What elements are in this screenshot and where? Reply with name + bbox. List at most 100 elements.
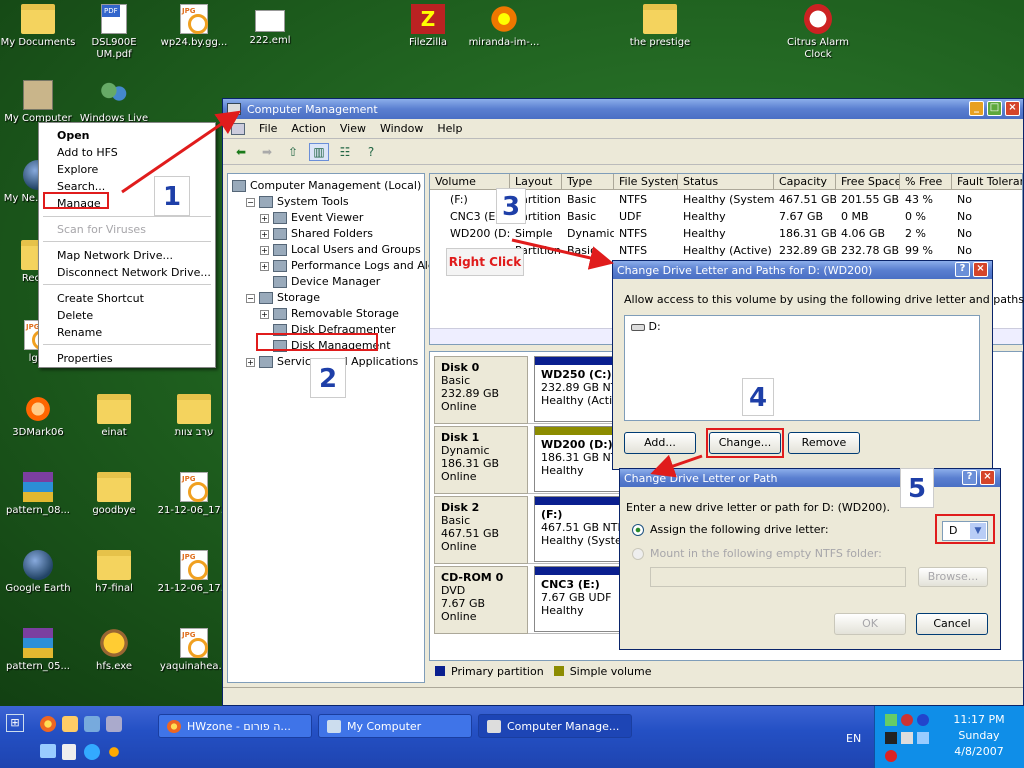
menu-window[interactable]: Window [380,122,423,135]
expand-toggle[interactable]: − [246,197,255,207]
menu-view[interactable]: View [340,122,366,135]
column-header[interactable]: Free Space [836,174,900,190]
show-tree-icon[interactable]: ▥ [309,142,329,161]
close-button[interactable]: × [980,470,995,485]
desktop-icon[interactable]: yaquinahea... [156,628,232,673]
context-menu-item[interactable]: Create Shortcut [57,290,144,307]
desktop-icon[interactable]: 222.eml [232,4,308,47]
context-menu-item[interactable]: Map Network Drive... [57,247,173,264]
butterfly-icon[interactable] [106,744,122,760]
desktop-icon[interactable]: 21-12-06_17... [156,550,232,595]
tray-icon-shield[interactable] [901,714,913,726]
desktop-icon[interactable]: ערב צוות [156,394,232,439]
back-icon[interactable]: ⬅ [231,143,251,161]
assign-radio[interactable] [632,523,644,536]
help-button[interactable]: ? [962,470,977,485]
chat-icon[interactable] [106,716,122,732]
column-header[interactable]: % Free [900,174,952,190]
context-menu-item[interactable]: Explore [57,161,98,178]
expand-toggle[interactable]: + [246,357,255,367]
expand-toggle[interactable]: + [260,309,269,319]
desktop-icon[interactable]: Google Earth [0,550,76,595]
context-menu-item[interactable]: Add to HFS [57,144,118,161]
drive-path-list[interactable]: D: [624,315,980,421]
add-button[interactable]: Add... [624,432,696,454]
desktop-icon[interactable]: goodbye [76,472,152,517]
disk-header[interactable]: Disk 0 Basic 232.89 GB Online [434,356,528,424]
desktop-icon[interactable]: 3DMark06 [0,394,76,439]
expand-toggle[interactable]: + [260,213,269,223]
disk-header[interactable]: Disk 2 Basic 467.51 GB Online [434,496,528,564]
up-folder-icon[interactable]: ⇧ [283,143,303,161]
desktop-icon[interactable]: pattern_05... [0,628,76,673]
mail-icon[interactable] [62,716,78,732]
partition-block[interactable]: WD250 (C:) 232.89 GB NTFS Healthy (Active) [534,356,624,422]
tree-item[interactable]: + Local Users and Groups [260,242,421,258]
desktop-icon[interactable]: miranda-im-... [466,4,542,49]
clock[interactable]: 11:17 PM Sunday 4/8/2007 [937,712,1021,760]
tray-icon-network[interactable] [885,714,897,726]
desktop-icon[interactable]: einat [76,394,152,439]
partition-block[interactable]: WD200 (D:) 186.31 GB NTFS Healthy [534,426,624,492]
menu-help[interactable]: Help [437,122,462,135]
menu-file[interactable]: File [259,122,277,135]
expand-toggle[interactable]: + [260,229,269,239]
tree-item[interactable]: − Storage [246,290,320,306]
tree-item[interactable]: + Shared Folders [260,226,373,242]
app-icon[interactable] [84,716,100,732]
task-hwzone[interactable]: HWzone - ה פורום... [158,714,312,738]
context-menu-item[interactable]: Disconnect Network Drive... [57,264,211,281]
notes-icon[interactable] [62,744,76,760]
close-button[interactable]: × [1005,101,1020,116]
desktop-icon[interactable]: My Computer [0,80,76,125]
tray-icon-bluetooth[interactable] [917,714,929,726]
desktop-icon[interactable]: My Documents [0,4,76,49]
dialog-titlebar[interactable]: Change Drive Letter and Paths for D: (WD… [613,261,992,279]
column-header[interactable]: Status [678,174,774,190]
desktop-icon[interactable]: h7-final [76,550,152,595]
dialog-titlebar[interactable]: Change Drive Letter or Path ? × [620,469,1000,487]
start-icon[interactable]: ⊞ [6,714,24,732]
disk-header[interactable]: Disk 1 Dynamic 186.31 GB Online [434,426,528,494]
tree-item[interactable]: + Performance Logs and Alerts [260,258,449,274]
partition-block[interactable]: CNC3 (E:) 7.67 GB UDF Healthy [534,566,624,632]
context-menu-item[interactable]: Properties [57,350,113,367]
firefox-icon[interactable] [40,716,56,732]
app-menu-icon[interactable] [231,122,245,135]
volume-name[interactable]: WD200 (D:) [430,225,510,242]
cancel-button[interactable]: Cancel [916,613,988,635]
column-header[interactable]: Fault Toleran [952,174,1022,190]
help-button[interactable]: ? [955,262,970,277]
desktop-icon[interactable]: wp24.by.gg... [156,4,232,49]
language-indicator[interactable]: EN [846,732,861,745]
tree-item[interactable]: Device Manager [260,274,380,290]
context-menu-item[interactable]: Open [57,127,90,144]
desktop-icon[interactable]: DSL900E UM.pdf [76,4,152,61]
desktop-icon[interactable]: hfs.exe [76,628,152,673]
remove-button[interactable]: Remove [788,432,860,454]
desktop-icon[interactable]: Citrus Alarm Clock [780,4,856,61]
desktop-icon[interactable]: 21-12-06_17... [156,472,232,517]
tree-item[interactable]: + Removable Storage [260,306,399,322]
drive-path-entry[interactable]: D: [649,320,661,333]
tree-item[interactable]: − System Tools [246,194,349,210]
context-menu-item[interactable]: Rename [57,324,102,341]
forward-icon[interactable]: ➡ [257,143,277,161]
expand-toggle[interactable]: − [246,293,255,303]
keyboard-icon[interactable] [40,744,56,758]
menu-action[interactable]: Action [291,122,325,135]
tray-icon-monitor[interactable] [917,732,929,744]
task-my-computer[interactable]: My Computer [318,714,472,738]
column-header[interactable]: Capacity [774,174,836,190]
close-button[interactable]: × [973,262,988,277]
task-computer-management[interactable]: Computer Manage... [478,714,632,738]
expand-toggle[interactable]: + [260,261,269,271]
column-header[interactable]: Type [562,174,614,190]
column-header[interactable]: File System [614,174,678,190]
assign-letter-option[interactable]: Assign the following drive letter: [632,523,829,536]
desktop-icon[interactable]: pattern_08... [0,472,76,517]
help-icon[interactable]: ? [361,143,381,161]
maximize-button[interactable]: □ [987,101,1002,116]
tray-icon-alert[interactable] [885,750,897,762]
expand-toggle[interactable]: + [260,245,269,255]
